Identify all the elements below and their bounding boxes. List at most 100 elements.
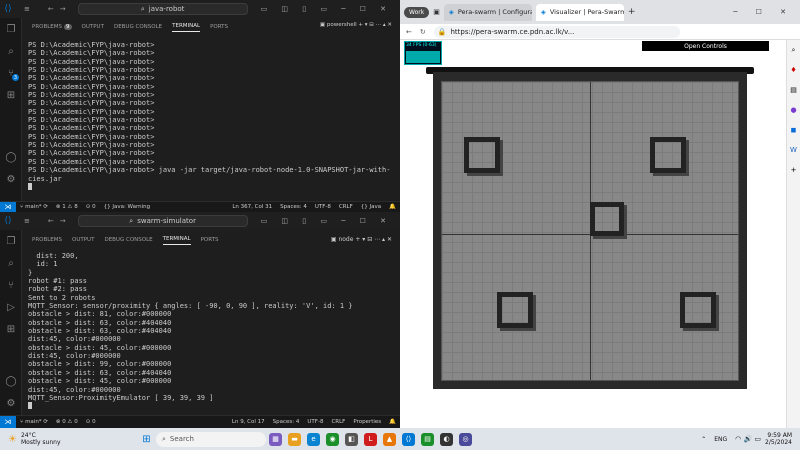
taskbar-search[interactable]: ⌕ Search [156,431,266,447]
info-status[interactable]: ⊙ 0 [82,204,100,210]
branch-status[interactable]: ⑂ main* ⟳ [16,419,52,425]
sidebar-add-icon[interactable]: + [787,160,800,180]
profile-button[interactable]: Work [404,6,430,18]
app-icon[interactable]: ▤ [421,432,434,446]
notification-bell-icon[interactable]: 🔔 [385,204,400,210]
remote-icon[interactable]: ⋊ [0,415,16,429]
run-debug-icon[interactable]: ▷ [0,296,22,318]
tab-ports[interactable]: PORTS [210,24,228,30]
terminal-line: PS D:\Academic\FYP\java-robot> [28,132,155,141]
terminal-line: Sent to 2 robots [28,293,96,302]
github-icon[interactable]: ◐ [440,432,453,446]
info-status[interactable]: ⊙ 0 [82,419,100,425]
account-icon[interactable]: ◯ [0,146,22,168]
menu-icon[interactable]: ≡ [24,217,30,225]
edge-icon[interactable]: e [307,432,320,446]
tab-terminal[interactable]: TERMINAL [172,23,201,32]
shell-label-top[interactable]: ▣ powershell + ▾ ⊟ ⋯ ▴ ✕ [320,22,392,28]
forward-arrow-icon[interactable]: → [60,217,66,225]
sidebar-word-icon[interactable]: W [787,140,800,160]
encoding-status[interactable]: UTF-8 [303,419,327,425]
extensions-icon[interactable]: ⊞ [0,318,22,340]
extensions-icon[interactable]: ⊞ [0,84,22,106]
tab-debug-console[interactable]: DEBUG CONSOLE [114,24,162,30]
explorer-icon[interactable]: ❐ [0,230,22,252]
network-volume-battery-icons[interactable]: ◠ 🔊 ▭ [731,435,765,443]
vscode-icon[interactable]: ⟨⟩ [402,432,415,446]
settings-gear-icon[interactable]: ⚙ [0,168,22,190]
source-control-icon[interactable]: ⑂ [0,274,22,296]
start-button-icon[interactable]: ⊞ [140,433,153,446]
chrome-icon[interactable]: ◉ [326,432,339,446]
encoding-status[interactable]: UTF-8 [311,204,335,210]
tab-visualizer[interactable]: ◈Visualizer | Pera-Swarm✕ [535,3,624,21]
sidebar-search-icon[interactable]: ⌕ [787,40,800,60]
tab-output[interactable]: OUTPUT [72,237,94,243]
window-controls[interactable]: ▭ ◫ ▯ ▭ ─ ☐ ✕ [261,5,392,13]
weather-widget[interactable]: ☀ 24°C Mostly sunny [0,432,140,446]
new-tab-button[interactable]: + [628,7,636,17]
window-controls[interactable]: ▭ ◫ ▯ ▭ ─ ☐ ✕ [261,217,392,225]
workspace-title: swarm-simulator [137,217,196,225]
remote-icon[interactable]: ⋊ [0,201,16,213]
tray-chevron-icon[interactable]: ⌃ [697,436,710,443]
cursor-position[interactable]: Ln 9, Col 17 [228,419,269,425]
app-icon[interactable]: ◎ [459,432,472,446]
search-icon[interactable]: ⌕ [0,40,22,62]
language-status[interactable]: {} Java [357,204,385,210]
terminal-line: robot #2: pass [28,285,88,294]
terminal-output-top[interactable]: PS D:\Academic\FYP\java-robot> PS D:\Acad… [28,41,390,201]
eol-status[interactable]: CRLF [327,419,349,425]
url-field[interactable]: 🔒 https://pera-swarm.ce.pdn.ac.lk/v... [433,25,680,38]
back-arrow-icon[interactable]: ← [406,28,412,36]
tab-terminal[interactable]: TERMINAL [162,236,191,245]
sidebar-bag-icon[interactable]: ▤ [787,80,800,100]
command-center[interactable]: ⌕ java-robot [77,3,248,15]
file-explorer-icon[interactable]: ▬ [288,432,301,446]
indent-status[interactable]: Spaces: 4 [269,419,304,425]
back-arrow-icon[interactable]: ← [48,217,54,225]
language-status[interactable]: Properties [349,419,385,425]
tab-problems[interactable]: PROBLEMS 9 [32,24,72,30]
indent-status[interactable]: Spaces: 4 [276,204,311,210]
window-controls[interactable]: ─ ☐ ✕ [733,8,794,16]
language-indicator[interactable]: ENG [710,436,731,443]
tab-output[interactable]: OUTPUT [82,24,104,30]
account-icon[interactable]: ◯ [0,370,22,392]
tab-ports[interactable]: PORTS [201,237,219,243]
terminal-output-bottom[interactable]: dist: 200, id: 1} robot #1: pass robot #2:… [28,252,390,416]
cursor-position[interactable]: Ln 367, Col 31 [228,204,276,210]
branch-status[interactable]: ⑂ main* ⟳ [16,204,52,210]
problems-status[interactable]: ⊗ 0 ⚠ 0 [52,419,82,425]
app-icon[interactable]: ◧ [345,432,358,446]
activity-bar-bottom: ❐ ⌕ ⑂ ▷ ⊞ ◯ ⚙ [0,230,22,415]
shell-label-bottom[interactable]: ▣ node + ▾ ⊟ ⋯ ▴ ✕ [331,236,392,243]
tab-problems[interactable]: PROBLEMS [32,237,62,243]
eol-status[interactable]: CRLF [335,204,357,210]
java-status[interactable]: {} Java: Warning [100,204,155,210]
lock-icon: 🔒 [437,27,447,36]
clock[interactable]: 9:59 AM 2/5/2024 [765,432,800,446]
source-control-icon[interactable]: ⑂ 3 [0,62,22,84]
forward-arrow-icon[interactable]: → [60,5,66,13]
problems-status[interactable]: ⊗ 1 ⚠ 8 [52,204,82,210]
back-arrow-icon[interactable]: ← [48,5,54,13]
sidebar-outlook-icon[interactable]: ◼ [787,120,800,140]
sidebar-tools-icon[interactable]: ♦ [787,60,800,80]
tab-debug-console[interactable]: DEBUG CONSOLE [104,237,152,243]
command-center[interactable]: ⌕ swarm-simulator [77,215,248,227]
settings-gear-icon[interactable]: ⚙ [0,392,22,414]
app-l-icon[interactable]: L [364,432,377,446]
sidebar-people-icon[interactable]: ● [787,100,800,120]
search-icon[interactable]: ⌕ [0,252,22,274]
tab-configuration[interactable]: ◈ Pera-swarm | Configurati [443,3,532,21]
open-controls-button[interactable]: Open Controls [642,41,769,51]
refresh-icon[interactable]: ↻ [420,28,426,36]
fps-label: 34 FPS (0-63) [406,43,437,48]
task-view-icon[interactable]: ▦ [269,432,282,446]
menu-icon[interactable]: ≡ [24,5,30,13]
explorer-icon[interactable]: ❐ [0,18,22,40]
notification-bell-icon[interactable]: 🔔 [385,419,400,425]
vlc-icon[interactable]: ▲ [383,432,396,446]
tab-actions-icon[interactable]: ▣ [433,8,440,16]
